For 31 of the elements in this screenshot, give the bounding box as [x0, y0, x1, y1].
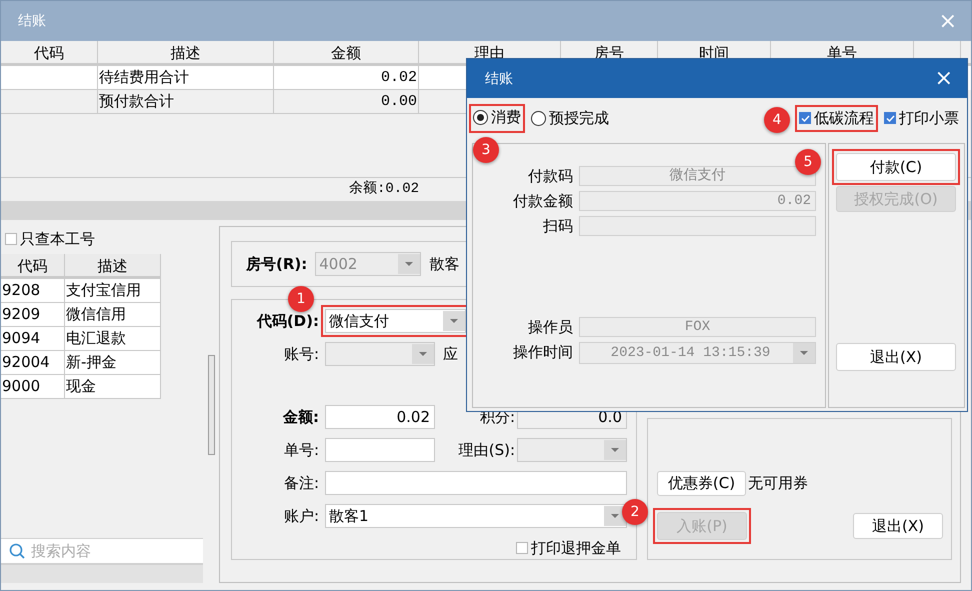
field-label: 房号(R):: [246, 254, 308, 274]
field-label: 付款码: [527, 166, 573, 186]
guest-name: 散客: [429, 254, 460, 274]
column-header: 代码: [1, 254, 65, 276]
balance-text: 余额:0.02: [348, 179, 419, 199]
column-header: 代码: [1, 41, 98, 63]
coupon-status: 无可用券: [748, 474, 808, 493]
field-label: 扫码: [542, 216, 573, 236]
table-cell: 0.00: [274, 90, 419, 114]
step-badge: 5: [795, 149, 821, 175]
field-label: 付款金额: [512, 191, 573, 211]
column-header: 描述: [98, 41, 274, 63]
step-badge: 1: [288, 286, 314, 312]
field-label: 账户:: [282, 506, 320, 526]
field-label: 代码(D):: [256, 312, 320, 330]
field-label: 账号:: [282, 344, 320, 364]
column-header: 金额: [274, 41, 419, 63]
table-cell: 预付款合计: [98, 90, 274, 114]
field-label: 金额:: [282, 408, 320, 426]
window-title: 结账: [18, 12, 46, 30]
field-label: 操作时间: [512, 342, 573, 363]
field-label: 操作员: [527, 317, 573, 337]
field-label: 理由(S):: [458, 440, 516, 460]
step-badge: 2: [622, 499, 648, 525]
field-label: 应: [442, 344, 459, 364]
dialog-title: 结账: [485, 70, 513, 88]
field-label: 单号:: [282, 440, 320, 460]
step-badge: 4: [764, 106, 790, 132]
step-badge: 3: [473, 136, 499, 162]
column-header: 描述: [65, 254, 161, 276]
field-label: 备注:: [282, 474, 320, 492]
